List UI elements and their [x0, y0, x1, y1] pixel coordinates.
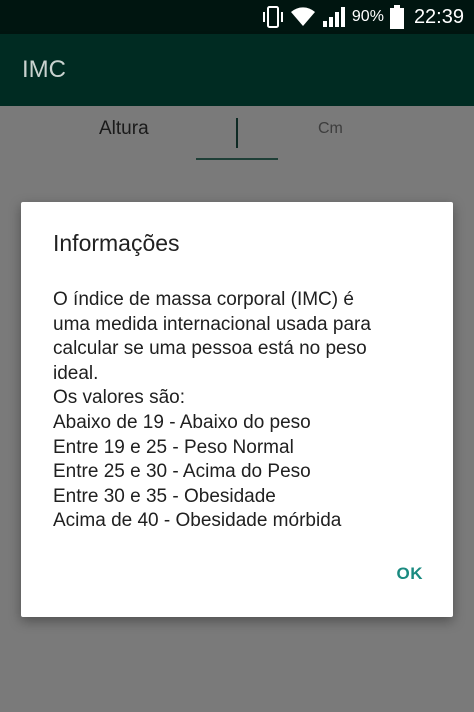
dialog-title: Informações [53, 230, 180, 256]
clock: 22:39 [413, 5, 464, 28]
info-dialog: Informações O índice de massa corporal (… [21, 202, 453, 617]
text-cursor [236, 118, 238, 148]
dialog-message: O índice de massa corporal (IMC) é uma m… [53, 288, 433, 534]
dialog-message-line: Entre 25 e 30 - Acima do Peso [53, 461, 311, 483]
signal-icon [322, 6, 346, 28]
dialog-message-line: O índice de massa corporal (IMC) é [53, 289, 354, 310]
app-bar: IMC [0, 34, 474, 106]
vibrate-icon [262, 5, 284, 29]
dialog-message-line: Entre 19 e 25 - Peso Normal [53, 436, 294, 458]
dialog-message-line: Abaixo de 19 - Abaixo do peso [53, 411, 311, 433]
unit-label: Cm [318, 120, 343, 137]
battery-percent: 90% [351, 8, 384, 25]
ok-button[interactable]: OK [397, 564, 424, 584]
dialog-message-line: uma medida internacional usada para [53, 313, 371, 335]
status-bar: 90% 22:39 [0, 0, 474, 34]
battery-icon [389, 5, 404, 29]
dialog-message-line: Acima de 40 - Obesidade mórbida [53, 510, 342, 532]
dialog-message-line: ideal. [53, 362, 99, 384]
status-icons: 90% 22:39 [256, 0, 464, 34]
altura-input[interactable] [196, 114, 278, 160]
dialog-message-line: Os valores são: [53, 387, 185, 409]
dialog-message-line: Entre 30 e 35 - Obesidade [53, 485, 276, 507]
dialog-message-line: calcular se uma pessoa está no peso [53, 338, 367, 360]
altura-label: Altura [99, 118, 149, 139]
app-title: IMC [22, 56, 66, 83]
wifi-icon [290, 6, 316, 28]
